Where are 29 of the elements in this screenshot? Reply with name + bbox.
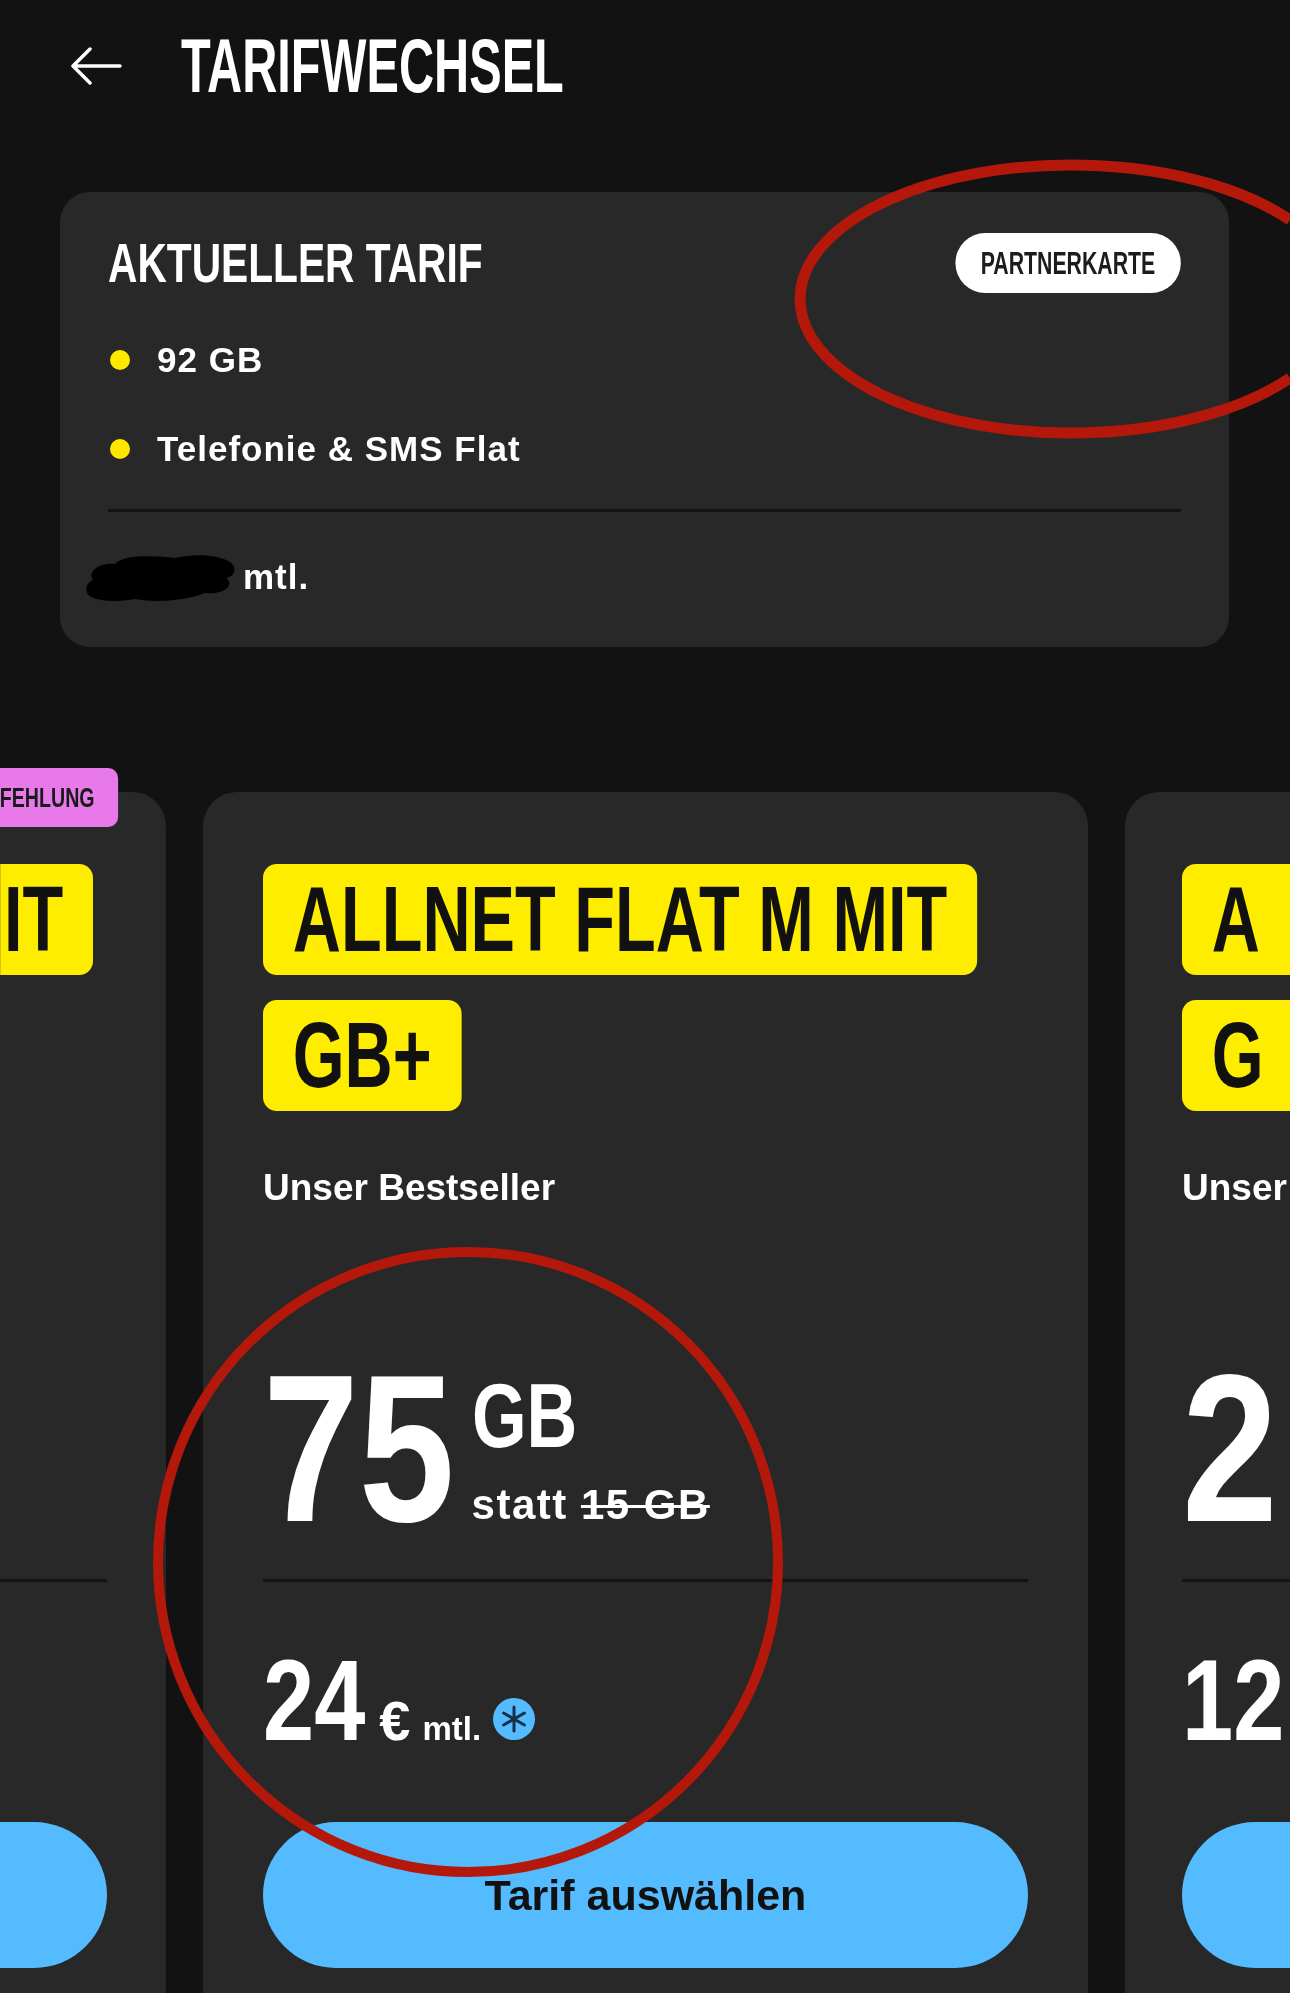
card-type-badge: PARTNERKARTE [955,233,1181,293]
plan-title-tag: ALLNET FLAT M MIT [263,864,977,975]
select-plan-button[interactable] [0,1822,107,1968]
plan-subtitle: Unser [1182,1167,1287,1208]
asterisk-icon[interactable] [493,1698,536,1740]
data-unit: GB [471,1371,577,1461]
price-period: mtl. [243,557,310,597]
price-period: mtl. [422,1710,482,1748]
bullet-dot-icon [110,350,130,370]
data-amount: 2 [1182,1343,1278,1555]
plan-title-tag: GB+ [263,1000,462,1111]
plan-subtitle: Unser Bestseller [263,1167,556,1208]
select-plan-button[interactable]: Tarif auswählen [263,1822,1028,1968]
plan-title-tag: A [1182,864,1290,975]
select-plan-button[interactable] [1182,1822,1290,1968]
recommendation-badge: FEHLUNG [0,768,118,827]
feature-text: 92 GB [157,340,264,380]
price-currency: € [379,1688,411,1753]
price-amount: 12 [1182,1644,1285,1756]
plan-title-tag: IT [0,864,93,975]
plan-title-tag: G [1182,1000,1290,1111]
price-amount: 24 [263,1644,366,1756]
page-title: TARIFWECHSEL [181,28,564,104]
feature-text: Telefonie & SMS Flat [157,429,521,469]
back-arrow-icon[interactable] [70,47,122,85]
previous-data-note: statt 15 GB [471,1484,710,1526]
bullet-dot-icon [110,439,130,459]
data-amount: 75 [263,1343,455,1555]
card-title: AKTUELLER TARIF [108,235,483,291]
